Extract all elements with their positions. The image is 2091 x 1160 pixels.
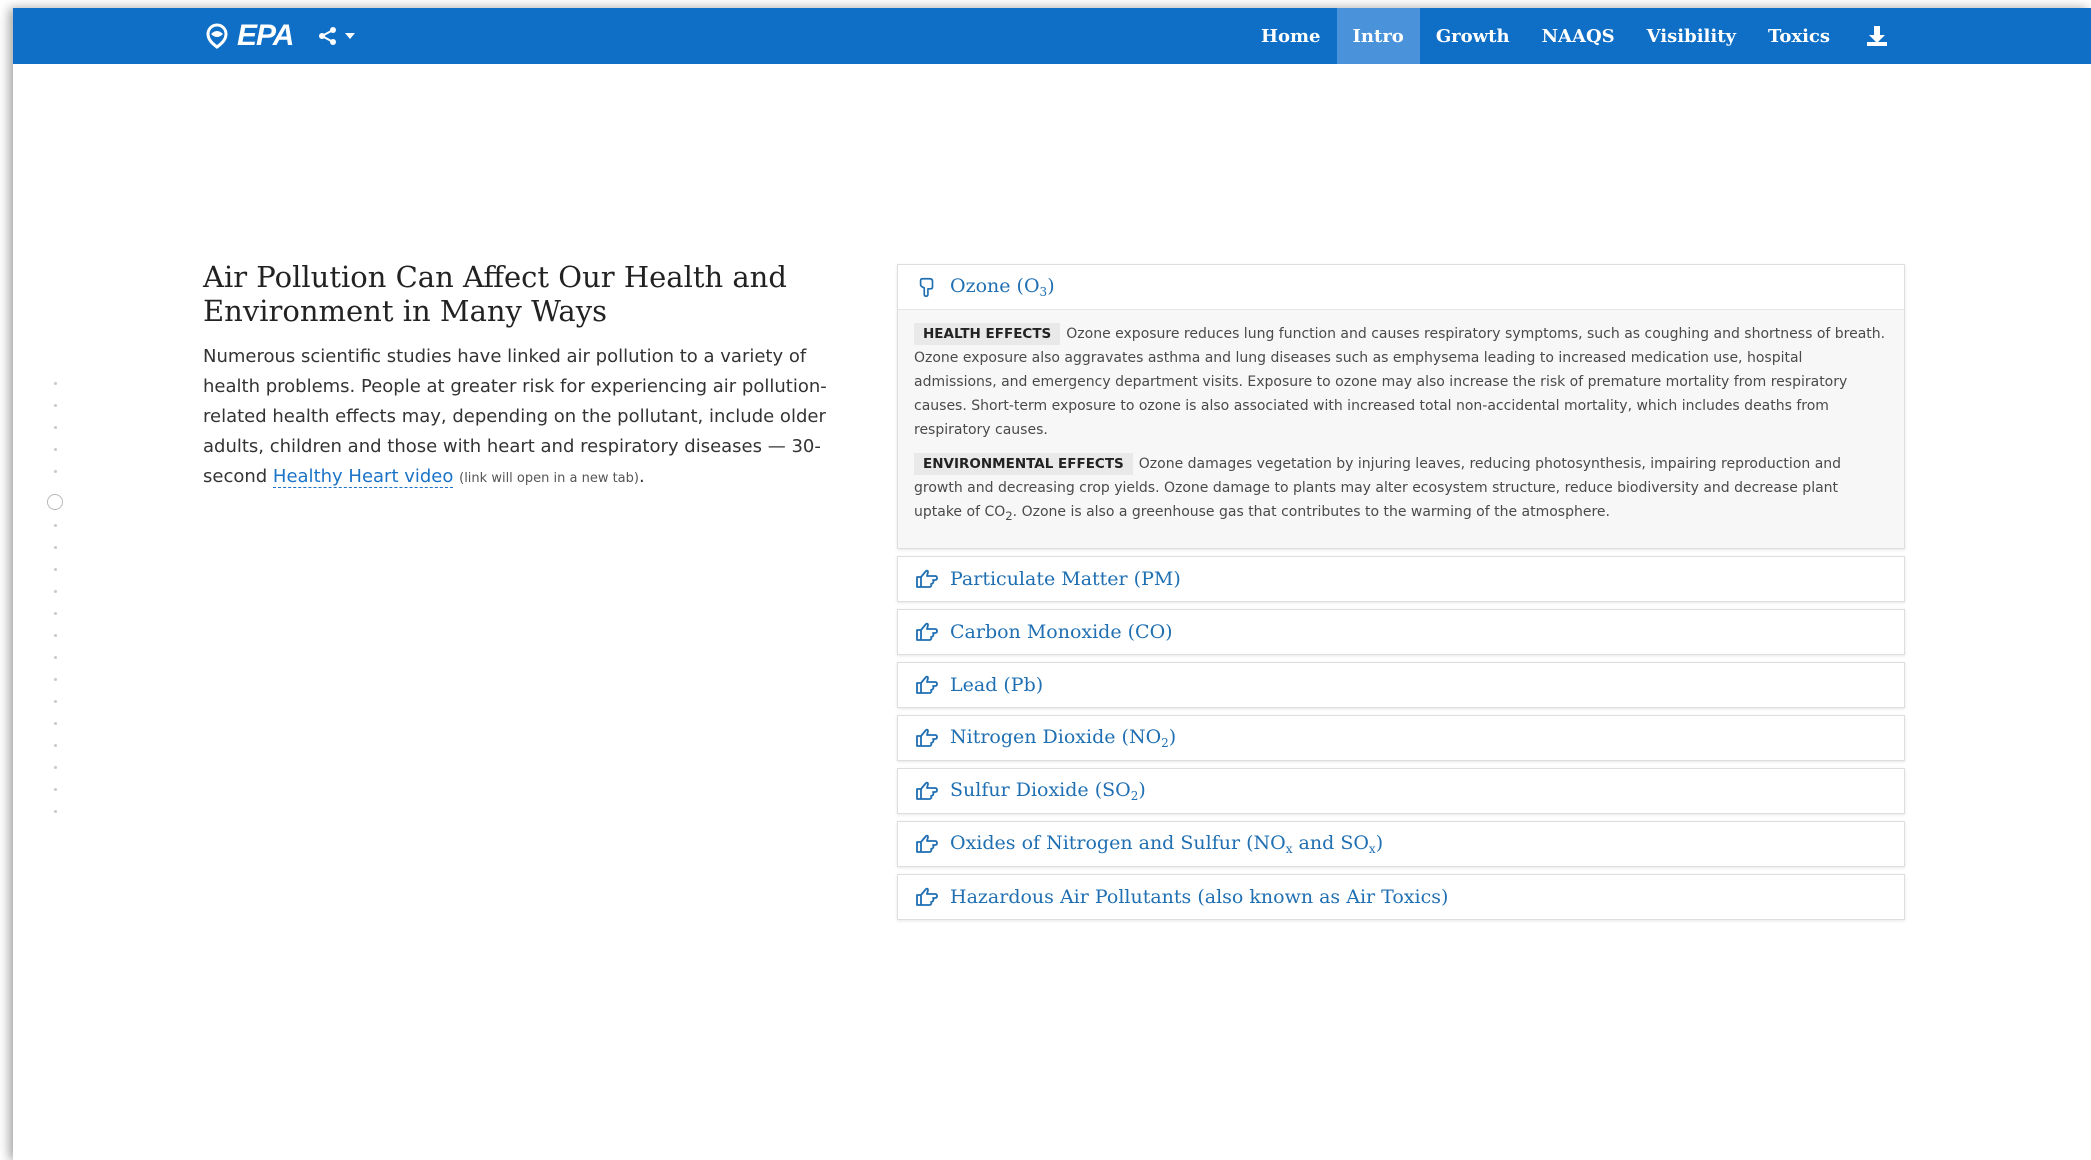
rail-dot[interactable] bbox=[54, 404, 57, 407]
epa-flower-icon bbox=[206, 23, 228, 49]
panel-haps-title: Hazardous Air Pollutants (also known as … bbox=[950, 885, 1449, 908]
section-scroll-indicator bbox=[46, 374, 66, 824]
hand-point-right-icon bbox=[914, 832, 940, 856]
panel-co-header[interactable]: Carbon Monoxide (CO) bbox=[898, 610, 1904, 654]
download-icon bbox=[1867, 26, 1887, 46]
app-window: EPA Home Intro Growth NAAQS Visibility T… bbox=[13, 8, 2091, 1160]
main-nav: Home Intro Growth NAAQS Visibility Toxic… bbox=[1245, 8, 1906, 64]
pollutant-accordion: Ozone (O3) HEALTH EFFECTS Ozone exposure … bbox=[897, 264, 1905, 927]
rail-dot[interactable] bbox=[54, 766, 57, 769]
panel-haps-header[interactable]: Hazardous Air Pollutants (also known as … bbox=[898, 875, 1904, 919]
share-menu-button[interactable] bbox=[318, 24, 356, 48]
hand-point-right-icon bbox=[914, 726, 940, 750]
rail-current-ring[interactable] bbox=[47, 494, 63, 510]
panel-ozone-body: HEALTH EFFECTS Ozone exposure reduces lun… bbox=[898, 310, 1904, 548]
rail-dot[interactable] bbox=[54, 810, 57, 813]
nav-intro[interactable]: Intro bbox=[1336, 8, 1420, 64]
top-navbar: EPA Home Intro Growth NAAQS Visibility T… bbox=[13, 8, 2091, 64]
hand-point-right-icon bbox=[914, 779, 940, 803]
logo-text: EPA bbox=[237, 19, 294, 52]
rail-dot[interactable] bbox=[54, 448, 57, 451]
panel-co: Carbon Monoxide (CO) bbox=[897, 608, 1905, 655]
panel-co-title: Carbon Monoxide (CO) bbox=[950, 620, 1173, 643]
nav-naaqs[interactable]: NAAQS bbox=[1526, 8, 1631, 64]
panel-lead-header[interactable]: Lead (Pb) bbox=[898, 663, 1904, 707]
rail-dot[interactable] bbox=[54, 426, 57, 429]
page-title: Air Pollution Can Affect Our Health and … bbox=[203, 260, 787, 328]
hand-point-right-icon bbox=[914, 885, 940, 909]
epa-logo[interactable]: EPA bbox=[203, 19, 294, 52]
nav-toxics[interactable]: Toxics bbox=[1752, 8, 1846, 64]
panel-pm-title: Particulate Matter (PM) bbox=[950, 567, 1181, 590]
panel-so2-title: Sulfur Dioxide (SO2) bbox=[950, 778, 1146, 803]
panel-nox-sox-header[interactable]: Oxides of Nitrogen and Sulfur (NOx and S… bbox=[898, 822, 1904, 866]
panel-pm: Particulate Matter (PM) bbox=[897, 555, 1905, 602]
nav-growth[interactable]: Growth bbox=[1420, 8, 1526, 64]
rail-dot[interactable] bbox=[54, 524, 57, 527]
intro-paragraph: Numerous scientific studies have linked … bbox=[203, 342, 868, 494]
rail-dot[interactable] bbox=[54, 546, 57, 549]
rail-dot[interactable] bbox=[54, 612, 57, 615]
panel-nox-sox: Oxides of Nitrogen and Sulfur (NOx and S… bbox=[897, 820, 1905, 867]
rail-dot[interactable] bbox=[54, 722, 57, 725]
nav-home[interactable]: Home bbox=[1245, 8, 1337, 64]
panel-no2-title: Nitrogen Dioxide (NO2) bbox=[950, 725, 1177, 750]
environmental-effects-paragraph: ENVIRONMENTAL EFFECTS Ozone damages veget… bbox=[914, 452, 1886, 528]
health-effects-paragraph: HEALTH EFFECTS Ozone exposure reduces lun… bbox=[914, 322, 1886, 442]
panel-haps: Hazardous Air Pollutants (also known as … bbox=[897, 873, 1905, 920]
panel-so2: Sulfur Dioxide (SO2) bbox=[897, 767, 1905, 814]
rail-dot[interactable] bbox=[54, 656, 57, 659]
link-note: (link will open in a new tab) bbox=[459, 471, 639, 486]
download-button[interactable] bbox=[1846, 8, 1906, 64]
rail-dot[interactable] bbox=[54, 744, 57, 747]
rail-dot[interactable] bbox=[54, 788, 57, 791]
healthy-heart-video-link[interactable]: Healthy Heart video bbox=[272, 466, 454, 488]
caret-down-icon bbox=[345, 33, 355, 39]
hand-point-down-icon bbox=[914, 275, 940, 299]
rail-dot[interactable] bbox=[54, 634, 57, 637]
hand-point-right-icon bbox=[914, 567, 940, 591]
panel-no2: Nitrogen Dioxide (NO2) bbox=[897, 714, 1905, 761]
panel-no2-header[interactable]: Nitrogen Dioxide (NO2) bbox=[898, 716, 1904, 760]
rail-dot[interactable] bbox=[54, 700, 57, 703]
nav-visibility[interactable]: Visibility bbox=[1631, 8, 1752, 64]
health-effects-tag: HEALTH EFFECTS bbox=[914, 323, 1061, 345]
rail-dot[interactable] bbox=[54, 470, 57, 473]
intro-section: Air Pollution Can Affect Our Health and … bbox=[203, 260, 868, 494]
environmental-effects-tag: ENVIRONMENTAL EFFECTS bbox=[914, 453, 1133, 475]
share-icon bbox=[319, 27, 336, 45]
hand-point-right-icon bbox=[914, 673, 940, 697]
panel-ozone: Ozone (O3) HEALTH EFFECTS Ozone exposure … bbox=[897, 264, 1905, 549]
rail-dot[interactable] bbox=[54, 590, 57, 593]
panel-nox-sox-title: Oxides of Nitrogen and Sulfur (NOx and S… bbox=[950, 831, 1384, 856]
rail-dot[interactable] bbox=[54, 678, 57, 681]
panel-so2-header[interactable]: Sulfur Dioxide (SO2) bbox=[898, 769, 1904, 813]
rail-dot[interactable] bbox=[54, 568, 57, 571]
panel-ozone-title: Ozone (O3) bbox=[950, 275, 1055, 299]
intro-trailing: . bbox=[638, 466, 645, 487]
panel-pm-header[interactable]: Particulate Matter (PM) bbox=[898, 557, 1904, 601]
rail-dot[interactable] bbox=[54, 382, 57, 385]
panel-ozone-header[interactable]: Ozone (O3) bbox=[898, 265, 1904, 310]
panel-lead-title: Lead (Pb) bbox=[950, 673, 1044, 696]
panel-lead: Lead (Pb) bbox=[897, 661, 1905, 708]
hand-point-right-icon bbox=[914, 620, 940, 644]
